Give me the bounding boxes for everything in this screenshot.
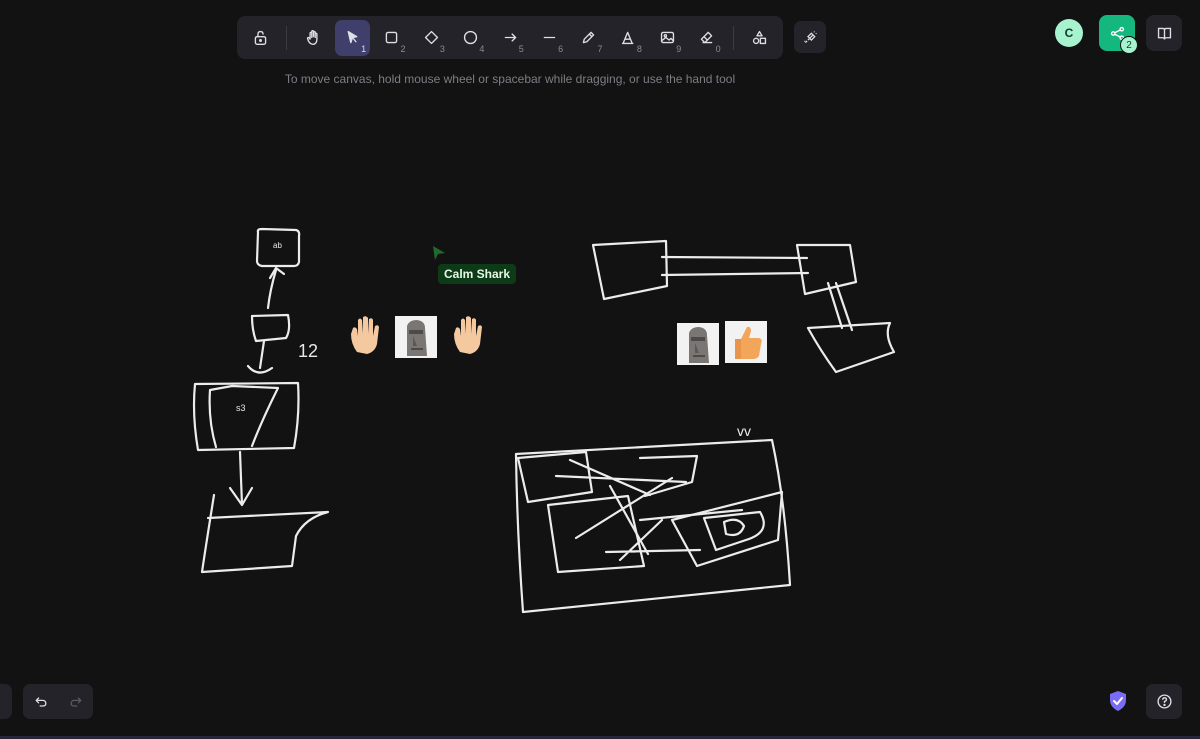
- moai-icon-2[interactable]: [677, 323, 719, 365]
- eraser-tool-button[interactable]: 0: [689, 20, 724, 56]
- undo-icon[interactable]: [33, 694, 49, 710]
- collaborator-name-label: Calm Shark: [438, 264, 517, 284]
- hand-tool-button[interactable]: [295, 20, 330, 56]
- sketch-connector-down[interactable]: [826, 281, 854, 332]
- share-button[interactable]: 2: [1099, 15, 1138, 54]
- rectangle-shortcut: 2: [400, 43, 406, 54]
- text-tool-button[interactable]: 8: [611, 20, 646, 56]
- zoom-controls[interactable]: [0, 684, 12, 719]
- image-icon: [660, 31, 675, 44]
- moai-icon[interactable]: [395, 316, 437, 358]
- line-shortcut: 6: [558, 43, 564, 54]
- drawing-canvas[interactable]: vv: [0, 0, 1200, 739]
- main-toolbar: 1 2 3 4 5 6 7 8 9 0: [237, 16, 783, 59]
- pencil-icon: [583, 31, 595, 44]
- eraser-icon: [701, 31, 713, 44]
- lock-tool-button[interactable]: [243, 20, 278, 56]
- sketch-rect-right[interactable]: [795, 243, 858, 296]
- box-label-ab: ab: [273, 241, 282, 250]
- library-button[interactable]: [1146, 15, 1182, 51]
- square-icon: [386, 31, 398, 44]
- line-icon: [543, 36, 556, 39]
- sketch-scribble-boxes[interactable]: [516, 450, 784, 574]
- arrow-tool-button[interactable]: 5: [492, 20, 527, 56]
- sketch-large-container[interactable]: [514, 438, 792, 614]
- image-tool-button[interactable]: 9: [650, 20, 685, 56]
- ellipse-shortcut: 4: [479, 43, 485, 54]
- laser-pointer-button[interactable]: [794, 21, 826, 53]
- sketch-arrow-down-1[interactable]: [246, 339, 274, 374]
- lock-icon: [254, 30, 267, 45]
- sketch-box-middle[interactable]: [250, 313, 291, 343]
- shield-icon[interactable]: [1108, 690, 1128, 712]
- undo-redo-group: [23, 684, 93, 719]
- hand-icon: [306, 30, 318, 45]
- diamond-shortcut: 3: [439, 43, 445, 54]
- thumbs-up-icon[interactable]: [725, 321, 767, 363]
- sketch-arrow-down-2[interactable]: [228, 450, 254, 507]
- line-tool-button[interactable]: 6: [532, 20, 567, 56]
- collaborator-count-badge: 2: [1120, 36, 1138, 54]
- toolbar-divider-2: [732, 25, 734, 50]
- redo-icon[interactable]: [68, 694, 84, 710]
- raised-hand-icon[interactable]: [345, 314, 387, 356]
- draw-tool-button[interactable]: 7: [571, 20, 606, 56]
- help-button[interactable]: [1146, 684, 1182, 719]
- arrow-shortcut: 5: [518, 43, 524, 54]
- help-icon: [1156, 694, 1172, 709]
- canvas-hint: To move canvas, hold mouse wheel or spac…: [284, 72, 736, 86]
- laser-icon: [803, 30, 817, 43]
- toolbar-divider: [286, 25, 288, 50]
- collaborator-cursor-icon: [433, 246, 445, 260]
- sketch-rect-left[interactable]: [591, 239, 669, 301]
- text-icon: [621, 31, 634, 45]
- sketch-connector-lines[interactable]: [660, 255, 810, 277]
- image-shortcut: 9: [676, 43, 682, 54]
- s3-label: s3: [236, 403, 246, 413]
- sketch-arrow-up[interactable]: [266, 266, 286, 310]
- draw-shortcut: 7: [597, 43, 603, 54]
- text-shortcut: 8: [636, 43, 642, 54]
- sketch-parallelogram[interactable]: [200, 493, 330, 574]
- user-avatar[interactable]: C: [1055, 19, 1083, 47]
- vv-text: vv: [737, 423, 751, 439]
- selection-shortcut: 1: [361, 43, 367, 54]
- arrow-icon: [504, 33, 516, 42]
- number-label: 12: [298, 341, 319, 361]
- pointer-icon: [347, 30, 358, 44]
- rectangle-tool-button[interactable]: 2: [374, 20, 409, 56]
- selection-tool-button[interactable]: 1: [334, 19, 371, 56]
- extra-tools-button[interactable]: [742, 20, 777, 56]
- raised-hand-icon-2[interactable]: [448, 314, 490, 356]
- eraser-shortcut: 0: [715, 43, 721, 54]
- shapes-icon: [752, 30, 766, 45]
- book-icon: [1157, 27, 1171, 39]
- ellipse-tool-button[interactable]: 4: [453, 20, 488, 56]
- diamond-icon: [424, 30, 438, 45]
- diamond-tool-button[interactable]: 3: [414, 20, 449, 56]
- circle-icon: [463, 30, 478, 45]
- sketch-box-s3[interactable]: [192, 381, 300, 452]
